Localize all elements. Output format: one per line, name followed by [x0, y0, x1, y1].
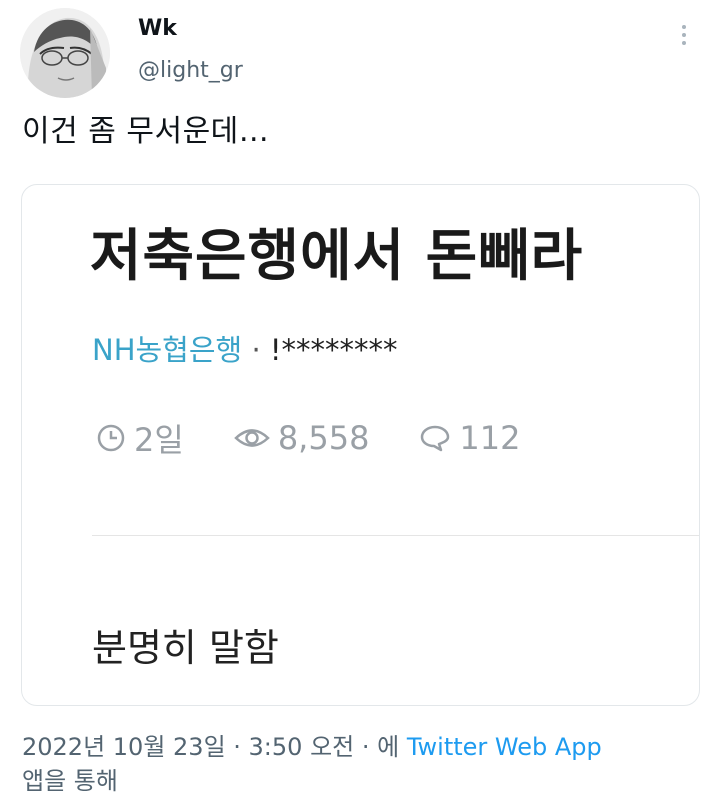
source-name: NH농협은행 [92, 333, 243, 367]
user-handle[interactable]: @light_gr [138, 58, 243, 83]
post-body-text: 분명히 말함 [92, 626, 279, 670]
more-options-button[interactable] [668, 18, 700, 52]
more-vertical-icon-dot [682, 41, 686, 45]
avatar[interactable] [20, 8, 110, 98]
more-vertical-icon [682, 25, 686, 29]
comment-bubble-icon [421, 425, 450, 452]
stat-comments-value: 112 [459, 419, 521, 457]
clock-icon [97, 424, 125, 452]
source-app-link[interactable]: Twitter Web App [407, 733, 602, 761]
stat-age: 2일 [96, 415, 184, 461]
card-divider [92, 535, 699, 536]
post-source: NH농협은행 · !******** [92, 327, 398, 369]
tweet-timestamp[interactable]: 2022년 10월 23일 · 3:50 오전 · 에 [22, 733, 399, 761]
author-masked: !******** [269, 333, 398, 367]
stat-age-value: 2일 [134, 421, 184, 459]
tweet-metadata: 2022년 10월 23일 · 3:50 오전 · 에 Twitter Web … [22, 730, 682, 798]
avatar-illustration [20, 8, 110, 98]
stat-views-value: 8,558 [277, 419, 370, 457]
attached-image-card[interactable]: 저축은행에서 돈빼라 NH농협은행 · !******** 2일 8,558 1… [21, 184, 700, 706]
via-suffix: 앱을 통해 [22, 767, 118, 795]
display-name[interactable]: Wk [138, 16, 177, 41]
source-separator: · [242, 333, 270, 367]
post-stats: 2일 8,558 112 [96, 415, 571, 461]
stat-comments: 112 [419, 419, 521, 457]
more-vertical-icon-dot [682, 33, 686, 37]
post-title: 저축은행에서 돈빼라 [90, 224, 584, 289]
stat-views: 8,558 [233, 419, 370, 457]
tweet-text: 이건 좀 무서운데… [22, 114, 270, 149]
eye-icon [233, 429, 270, 447]
